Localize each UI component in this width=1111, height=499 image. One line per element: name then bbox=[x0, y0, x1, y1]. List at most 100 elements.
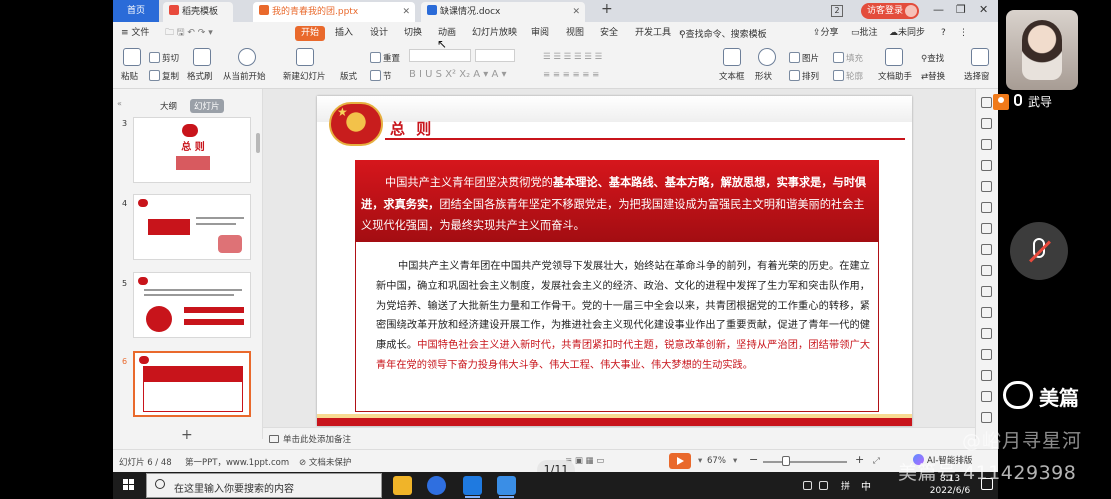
tab-pptx-document[interactable]: 我的青春我的团.pptx ✕ bbox=[253, 2, 415, 22]
section-button[interactable]: 节 bbox=[370, 70, 392, 82]
copy-button[interactable]: 复制 bbox=[149, 70, 179, 82]
select-pane-icon[interactable] bbox=[971, 48, 989, 66]
zoom-out-button[interactable]: − bbox=[749, 453, 758, 466]
cut-button[interactable]: 剪切 bbox=[149, 52, 179, 64]
paragraph-buttons[interactable]: ☰ ☰ ☰ ☰ ☰ ☰ bbox=[543, 52, 602, 62]
file-menu[interactable]: ≡ 文件 bbox=[121, 26, 149, 41]
outline-button[interactable]: 轮廓 bbox=[833, 70, 863, 82]
wps-app-icon[interactable] bbox=[463, 476, 482, 498]
add-slide-button[interactable]: + bbox=[181, 427, 193, 443]
from-current-button[interactable]: 从当前开始 bbox=[223, 70, 266, 82]
settings-icon[interactable] bbox=[981, 265, 992, 276]
menu-insert[interactable]: 插入 bbox=[335, 26, 353, 41]
find-button[interactable]: ⚲查找 bbox=[921, 52, 944, 64]
thumbnail-scrollbar[interactable] bbox=[256, 133, 260, 153]
new-slide-button[interactable]: 新建幻灯片 bbox=[283, 70, 326, 82]
windows-start-icon[interactable] bbox=[123, 479, 135, 491]
fit-window-icon[interactable]: ⤢ bbox=[873, 456, 880, 466]
tray-network-icon[interactable] bbox=[803, 481, 812, 490]
tab-docer-templates[interactable]: 稻壳模板 bbox=[163, 2, 233, 22]
tray-volume-icon[interactable] bbox=[819, 481, 828, 490]
menu-home[interactable]: 开始 bbox=[295, 26, 326, 41]
notes-placeholder[interactable]: 单击此处添加备注 bbox=[283, 433, 351, 445]
arrange-button[interactable]: 排列 bbox=[789, 70, 819, 82]
replace-button[interactable]: ⇄替换 bbox=[921, 70, 945, 82]
location-icon[interactable] bbox=[981, 391, 992, 402]
menu-view[interactable]: 视图 bbox=[566, 26, 584, 41]
zoom-slider[interactable] bbox=[763, 461, 847, 463]
properties-icon[interactable] bbox=[981, 97, 992, 108]
slide-thumbnail-5[interactable] bbox=[133, 272, 251, 338]
text-box-button[interactable]: 文本框 bbox=[719, 70, 745, 82]
slide-thumbnail-4[interactable] bbox=[133, 194, 251, 260]
ime-indicator[interactable]: 拼 bbox=[841, 479, 850, 492]
sogou-app-icon[interactable] bbox=[427, 476, 446, 495]
text-style-buttons[interactable]: B I U S X² X₂ A ▾ A ▾ bbox=[409, 69, 507, 80]
more-tools-icon[interactable] bbox=[981, 412, 992, 423]
doc-assistant-button[interactable]: 文档助手 bbox=[878, 70, 912, 82]
chart-icon[interactable] bbox=[981, 244, 992, 255]
edit-icon[interactable] bbox=[981, 307, 992, 318]
file-explorer-icon[interactable] bbox=[393, 476, 412, 495]
guest-login-button[interactable]: 访客登录 bbox=[861, 3, 919, 19]
alignment-buttons[interactable]: ≡ ≡ ≡ ≡ ≡ ≡ bbox=[543, 70, 599, 80]
meeting-app-icon[interactable] bbox=[497, 476, 516, 498]
menu-transitions[interactable]: 切换 bbox=[404, 26, 422, 41]
close-window-icon[interactable]: ✕ bbox=[979, 3, 988, 16]
menu-design[interactable]: 设计 bbox=[370, 26, 388, 41]
participant-video-tile[interactable] bbox=[1006, 10, 1078, 90]
outline-tab[interactable]: 大纲 bbox=[160, 100, 177, 112]
slide-thumbnail-6-selected[interactable] bbox=[133, 351, 251, 417]
tab-home[interactable]: 首页 bbox=[113, 0, 159, 22]
zoom-slider-handle[interactable] bbox=[782, 456, 790, 466]
restore-icon[interactable]: ❐ bbox=[956, 3, 966, 16]
play-slideshow-button[interactable] bbox=[669, 453, 691, 469]
shapes-icon[interactable] bbox=[981, 139, 992, 150]
select-pane-button[interactable]: 选择窗 bbox=[964, 70, 990, 82]
menu-review[interactable]: 审阅 bbox=[531, 26, 549, 41]
fill-button[interactable]: 填充 bbox=[833, 52, 863, 64]
box-icon[interactable] bbox=[981, 349, 992, 360]
image-icon[interactable] bbox=[981, 370, 992, 381]
animation-pane-icon[interactable] bbox=[981, 160, 992, 171]
quick-access-icons[interactable]: 🗀 🖫 ↶ ↷ ▾ bbox=[165, 26, 213, 41]
reset-button[interactable]: 重置 bbox=[370, 52, 400, 64]
sync-status[interactable]: ☁未同步 bbox=[889, 26, 925, 41]
copy-format-icon[interactable] bbox=[981, 286, 992, 297]
slide-thumbnail-3[interactable]: 总 则 bbox=[133, 117, 251, 183]
mute-microphone-button[interactable] bbox=[1010, 222, 1068, 280]
language-indicator[interactable]: 中 bbox=[861, 478, 871, 493]
play-options-icon[interactable]: ▾ bbox=[698, 456, 702, 466]
close-tab-icon[interactable]: ✕ bbox=[572, 2, 580, 22]
zoom-options-icon[interactable]: ▾ bbox=[733, 456, 737, 466]
doc-assistant-icon[interactable] bbox=[885, 48, 903, 66]
picture-button[interactable]: 图片 bbox=[789, 52, 819, 64]
body-text-box[interactable]: 中国共产主义青年团在中国共产党领导下发展壮大，始终站在革命斗争的前列，有着光荣的… bbox=[355, 242, 879, 412]
shape-icon[interactable] bbox=[758, 48, 776, 66]
font-size-select[interactable] bbox=[475, 49, 515, 62]
export-icon[interactable] bbox=[981, 328, 992, 339]
layout-button[interactable]: 版式 bbox=[340, 70, 357, 82]
close-tab-icon[interactable]: ✕ bbox=[402, 2, 410, 22]
layout-icon[interactable] bbox=[981, 223, 992, 234]
menu-security[interactable]: 安全 bbox=[600, 26, 618, 41]
zoom-level[interactable]: 67% bbox=[707, 456, 726, 466]
minimize-icon[interactable]: — bbox=[933, 3, 944, 16]
share-button[interactable]: ⇪分享 bbox=[813, 26, 839, 41]
current-slide[interactable]: ★ 总 则 中国共产主义青年团坚决贯彻党的基本理论、基本路线、基本方略，解放思想… bbox=[317, 96, 912, 426]
zoom-in-button[interactable]: + bbox=[855, 453, 864, 466]
tab-docx-document[interactable]: 缺课情况.docx ✕ bbox=[421, 2, 585, 22]
new-slide-icon[interactable] bbox=[296, 48, 314, 66]
format-painter-button[interactable]: 格式刷 bbox=[187, 70, 213, 82]
play-from-current-icon[interactable] bbox=[238, 48, 256, 66]
taskbar-search-box[interactable]: 在这里输入你要搜索的内容 bbox=[146, 473, 382, 498]
red-highlight-box[interactable]: 中国共产主义青年团坚决贯彻党的基本理论、基本路线、基本方略，解放思想，实事求是，… bbox=[355, 160, 879, 242]
more-options-icon[interactable]: ⋮ bbox=[959, 26, 968, 41]
help-icon[interactable]: ? bbox=[941, 26, 946, 41]
document-protection[interactable]: ⊘ 文档未保护 bbox=[299, 456, 351, 468]
paste-button[interactable]: 粘贴 bbox=[121, 70, 138, 82]
shape-button[interactable]: 形状 bbox=[755, 70, 772, 82]
design-icon[interactable] bbox=[981, 181, 992, 192]
collapse-pane-icon[interactable]: « bbox=[117, 99, 122, 108]
magic-icon[interactable] bbox=[981, 118, 992, 129]
